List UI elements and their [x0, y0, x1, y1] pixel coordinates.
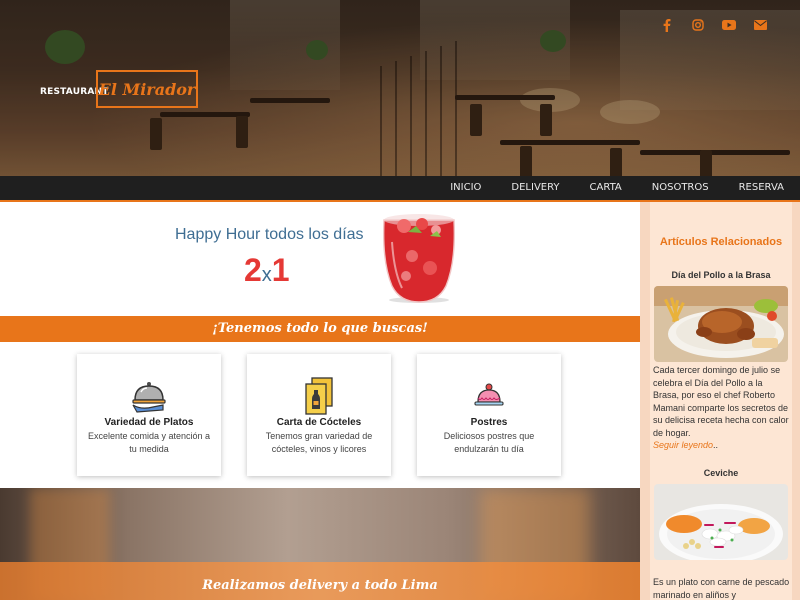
sidebar-heading: Artículos Relacionados: [659, 236, 783, 248]
nav-item-delivery[interactable]: DELIVERY: [511, 176, 559, 200]
article-image-pollo[interactable]: [654, 286, 788, 362]
mail-icon[interactable]: [753, 18, 767, 32]
feature-title: Postres: [470, 417, 508, 428]
promo-offer-x: x: [261, 264, 272, 286]
dessert-icon: [474, 383, 504, 406]
feature-text: Deliciosos postres que endulzarán tu día: [443, 431, 535, 454]
article-excerpt: Es un plato con carne de pescado marinad…: [653, 576, 791, 600]
read-more-link[interactable]: Seguir leyendo: [653, 440, 713, 450]
main-nav: INICIO DELIVERY CARTA NOSOTROS RESERVA: [0, 176, 800, 202]
feature-text: Excelente comida y atención a tu medida: [87, 431, 211, 454]
brand-logo[interactable]: El Mirador: [96, 70, 198, 108]
read-more-suffix: ..: [713, 440, 719, 450]
article-excerpt-text: Cada tercer domingo de julio se celebra …: [653, 365, 789, 438]
sidebar: Artículos Relacionados Día del Pollo a l…: [640, 202, 800, 600]
feature-title: Variedad de Platos: [104, 417, 194, 428]
feature-card-postres[interactable]: Postres Deliciosos postres que endulzará…: [417, 354, 561, 476]
nav-item-reserva[interactable]: RESERVA: [739, 176, 784, 200]
feature-title: Carta de Cócteles: [276, 417, 362, 428]
youtube-icon[interactable]: [722, 18, 736, 32]
promo-headline: Happy Hour todos los días: [175, 226, 364, 243]
article-excerpt-text: Es un plato con carne de pescado marinad…: [653, 577, 790, 600]
promo-offer-b: 1: [271, 252, 290, 288]
feature-cards: Variedad de Platos Excelente comida y at…: [0, 342, 640, 488]
drinks-menu-icon: [305, 377, 333, 415]
cocktail-glass-image: [383, 214, 455, 303]
feature-text: Tenemos gran variedad de cócteles, vinos…: [265, 431, 373, 454]
features-band: ¡Tenemos todo lo que buscas!: [0, 316, 640, 342]
article-image-ceviche[interactable]: [654, 484, 788, 560]
nav-item-nosotros[interactable]: NOSOTROS: [652, 176, 709, 200]
instagram-icon[interactable]: [691, 18, 705, 32]
feature-card-platos[interactable]: Variedad de Platos Excelente comida y at…: [77, 354, 221, 476]
hero-banner: RESTAURANT El Mirador: [0, 0, 800, 176]
brand-name: El Mirador: [98, 79, 196, 99]
nav-item-inicio[interactable]: INICIO: [450, 176, 481, 200]
article-title[interactable]: Ceviche: [650, 468, 792, 478]
happy-hour-promo[interactable]: Happy Hour todos los días 2x1: [0, 202, 640, 316]
social-links: [660, 18, 767, 32]
delivery-text: Realizamos delivery a todo Lima: [202, 578, 438, 593]
article-excerpt: Cada tercer domingo de julio se celebra …: [653, 364, 791, 452]
article-title[interactable]: Día del Pollo a la Brasa: [650, 270, 792, 280]
promo-offer: 2x1: [244, 252, 290, 289]
serving-tray-icon: [132, 382, 166, 413]
nav-item-carta[interactable]: CARTA: [590, 176, 622, 200]
main-content: Happy Hour todos los días 2x1 ¡Tenemos t…: [0, 202, 640, 600]
promo-offer-a: 2: [244, 252, 262, 288]
delivery-banner[interactable]: Realizamos delivery a todo Lima: [0, 488, 640, 600]
facebook-icon[interactable]: [660, 18, 674, 32]
feature-card-cocteles[interactable]: Carta de Cócteles Tenemos gran variedad …: [247, 354, 391, 476]
